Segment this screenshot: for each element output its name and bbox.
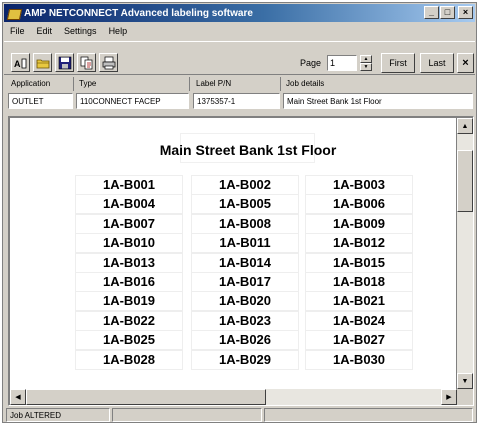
job-header-values: OUTLET 110CONNECT FACEP 1375357-1 Main S…	[4, 93, 475, 109]
save-icon	[58, 56, 71, 69]
spin-down-icon[interactable]: ▼	[360, 63, 372, 71]
page-label: Page	[300, 58, 322, 68]
page-number-input[interactable]: 1	[327, 55, 357, 71]
label-cell[interactable]: 1A-B008	[191, 213, 299, 234]
label-cell[interactable]: 1A-B004	[75, 194, 183, 215]
label-cell[interactable]: 1A-B030	[305, 349, 413, 370]
label-cell[interactable]: 1A-B026	[191, 330, 299, 351]
column-application: Application	[8, 77, 74, 91]
app-window: AMP NETCONNECT Advanced labeling softwar…	[2, 2, 477, 423]
label-cell[interactable]: 1A-B023	[191, 310, 299, 331]
label-cell[interactable]: 1A-B015	[305, 252, 413, 273]
scroll-up-icon[interactable]: ▲	[457, 118, 473, 134]
title-bar[interactable]: AMP NETCONNECT Advanced labeling softwar…	[4, 4, 475, 22]
scroll-down-icon[interactable]: ▼	[457, 373, 473, 389]
window-title: AMP NETCONNECT Advanced labeling softwar…	[24, 7, 253, 19]
label-sheet[interactable]: Main Street Bank 1st Floor 1A-B001 1A-B00…	[10, 118, 456, 389]
copy-button[interactable]	[77, 53, 96, 72]
job-header-labels: Application Type Label P/N Job details	[4, 77, 475, 91]
save-button[interactable]	[55, 53, 74, 72]
label-pn-field[interactable]: 1375357-1	[193, 93, 280, 109]
minimize-button[interactable]: _	[424, 6, 439, 19]
spin-up-icon[interactable]: ▲	[360, 55, 372, 63]
status-pane-2	[112, 408, 262, 422]
label-cell[interactable]: 1A-B007	[75, 213, 183, 234]
menu-edit[interactable]: Edit	[31, 24, 59, 40]
label-cell[interactable]: 1A-B009	[305, 213, 413, 234]
close-document-button[interactable]: ×	[457, 53, 474, 73]
label-cell[interactable]: 1A-B003	[305, 175, 413, 195]
vertical-scrollbar[interactable]: ▲ ▼	[457, 118, 473, 389]
close-button[interactable]: ×	[458, 6, 473, 19]
column-type: Type	[76, 77, 190, 91]
status-bar: Job ALTERED	[4, 408, 475, 422]
label-cell[interactable]: 1A-B010	[75, 233, 183, 254]
label-cell[interactable]: 1A-B016	[75, 272, 183, 292]
menu-settings[interactable]: Settings	[58, 24, 103, 40]
application-field[interactable]: OUTLET	[8, 93, 73, 109]
last-page-button[interactable]: Last	[420, 53, 454, 73]
open-folder-icon	[36, 59, 49, 68]
column-job-details: Job details	[286, 79, 325, 88]
label-cell[interactable]: 1A-B028	[75, 349, 183, 370]
label-cell[interactable]: 1A-B021	[305, 291, 413, 312]
toolbar: A Page 1 ▲ ▼ First Last ×	[4, 41, 475, 75]
label-cell[interactable]: 1A-B020	[191, 291, 299, 312]
page-spinner[interactable]: ▲ ▼	[360, 55, 372, 71]
print-icon	[102, 56, 115, 69]
copy-icon	[80, 56, 92, 69]
app-logo-icon	[7, 7, 20, 20]
type-field[interactable]: 110CONNECT FACEP	[76, 93, 189, 109]
label-cell[interactable]: 1A-B014	[191, 252, 299, 273]
column-label-pn: Label P/N	[193, 77, 281, 91]
scroll-corner	[457, 389, 473, 405]
first-page-button[interactable]: First	[381, 53, 415, 73]
label-cell[interactable]: 1A-B029	[191, 349, 299, 370]
label-cell[interactable]: 1A-B019	[75, 291, 183, 312]
label-cell[interactable]: 1A-B001	[75, 175, 183, 195]
vertical-scroll-thumb[interactable]	[457, 150, 473, 212]
maximize-button[interactable]: □	[440, 6, 455, 19]
new-label-button[interactable]: A	[11, 53, 30, 72]
label-cell[interactable]: 1A-B013	[75, 252, 183, 273]
horizontal-scrollbar[interactable]: ◀ ▶	[10, 389, 457, 405]
label-cell[interactable]: 1A-B022	[75, 310, 183, 331]
label-cell[interactable]: 1A-B025	[75, 330, 183, 351]
job-title: Main Street Bank 1st Floor	[159, 142, 337, 158]
document-frame: Main Street Bank 1st Floor 1A-B001 1A-B00…	[8, 116, 474, 406]
scroll-right-icon[interactable]: ▶	[441, 389, 457, 405]
scroll-left-icon[interactable]: ◀	[10, 389, 26, 405]
menu-file[interactable]: File	[4, 24, 31, 40]
label-cell[interactable]: 1A-B005	[191, 194, 299, 215]
print-button[interactable]	[99, 53, 118, 72]
menu-bar: File Edit Settings Help	[4, 24, 475, 40]
status-pane-3	[264, 408, 473, 422]
menu-help[interactable]: Help	[103, 24, 134, 40]
label-cell[interactable]: 1A-B012	[305, 233, 413, 254]
label-cell[interactable]: 1A-B017	[191, 272, 299, 292]
label-cell[interactable]: 1A-B024	[305, 310, 413, 331]
label-cell[interactable]: 1A-B027	[305, 330, 413, 351]
svg-text:A: A	[14, 59, 21, 69]
job-details-field[interactable]: Main Street Bank 1st Floor	[283, 93, 473, 109]
new-label-icon: A	[14, 58, 26, 69]
label-cell[interactable]: 1A-B006	[305, 194, 413, 215]
label-cell[interactable]: 1A-B018	[305, 272, 413, 292]
horizontal-scroll-thumb[interactable]	[26, 389, 266, 405]
status-text: Job ALTERED	[6, 408, 110, 422]
label-cell[interactable]: 1A-B011	[191, 233, 299, 254]
label-cell[interactable]: 1A-B002	[191, 175, 299, 195]
open-button[interactable]	[33, 53, 52, 72]
